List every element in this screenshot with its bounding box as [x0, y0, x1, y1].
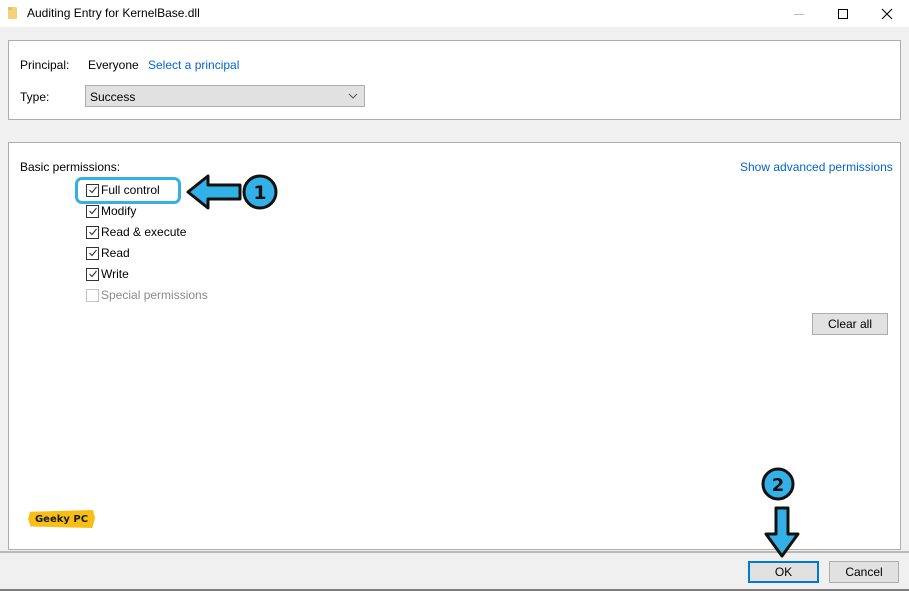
chevron-down-icon: [348, 93, 358, 99]
checkmark-icon: [88, 207, 97, 215]
permission-row: Special permissions: [86, 287, 208, 303]
permission-checkbox[interactable]: [86, 267, 99, 281]
type-selected-value: Success: [90, 90, 136, 104]
minimize-icon: [794, 13, 804, 15]
checkmark-icon: [88, 228, 97, 236]
checkmark-icon: [88, 249, 97, 257]
watermark-text: Geeky PC: [34, 513, 89, 525]
principal-panel: [8, 40, 901, 120]
cancel-button[interactable]: Cancel: [829, 561, 899, 583]
title-bar: Auditing Entry for KernelBase.dll: [0, 0, 909, 28]
permission-checkbox[interactable]: [86, 204, 99, 218]
window-title: Auditing Entry for KernelBase.dll: [27, 6, 200, 20]
close-button[interactable]: [864, 0, 909, 28]
permission-row[interactable]: Read: [86, 245, 130, 261]
permission-label: Read: [101, 246, 130, 260]
permission-row[interactable]: Modify: [86, 203, 136, 219]
permission-checkbox[interactable]: [86, 225, 99, 239]
permission-checkbox[interactable]: [86, 246, 99, 260]
folder-icon: [8, 7, 17, 19]
permission-row[interactable]: Read & execute: [86, 224, 186, 240]
type-dropdown[interactable]: Success: [85, 85, 365, 107]
ok-button[interactable]: OK: [748, 561, 819, 583]
type-label: Type:: [20, 90, 50, 104]
ok-label: OK: [774, 565, 793, 579]
maximize-icon: [838, 9, 848, 19]
cancel-label: Cancel: [845, 565, 883, 579]
clear-all-label: Clear all: [827, 317, 872, 331]
maximize-button[interactable]: [820, 0, 866, 28]
permission-checkbox: [86, 288, 99, 302]
permission-label: Modify: [101, 204, 137, 218]
watermark-logo: Geeky PC: [28, 510, 95, 528]
permission-checkbox[interactable]: [86, 183, 99, 197]
permission-label: Read & execute: [101, 225, 187, 239]
principal-value: Everyone: [88, 58, 139, 72]
permission-row[interactable]: Full control: [86, 182, 160, 198]
permission-row[interactable]: Write: [86, 266, 129, 282]
select-principal-link[interactable]: Select a principal: [148, 58, 239, 72]
permission-label: Write: [101, 267, 129, 281]
permission-label: Full control: [101, 183, 160, 197]
close-icon: [881, 8, 893, 20]
checkmark-icon: [88, 186, 97, 194]
clear-all-button[interactable]: Clear all: [812, 313, 888, 335]
principal-label: Principal:: [20, 58, 70, 72]
minimize-button[interactable]: [776, 0, 822, 28]
show-advanced-permissions-link[interactable]: Show advanced permissions: [740, 160, 893, 174]
permission-label: Special permissions: [101, 288, 208, 302]
footer-divider: [0, 551, 909, 553]
checkmark-icon: [88, 270, 97, 278]
basic-permissions-heading: Basic permissions:: [20, 160, 121, 174]
permissions-panel: [8, 142, 901, 550]
